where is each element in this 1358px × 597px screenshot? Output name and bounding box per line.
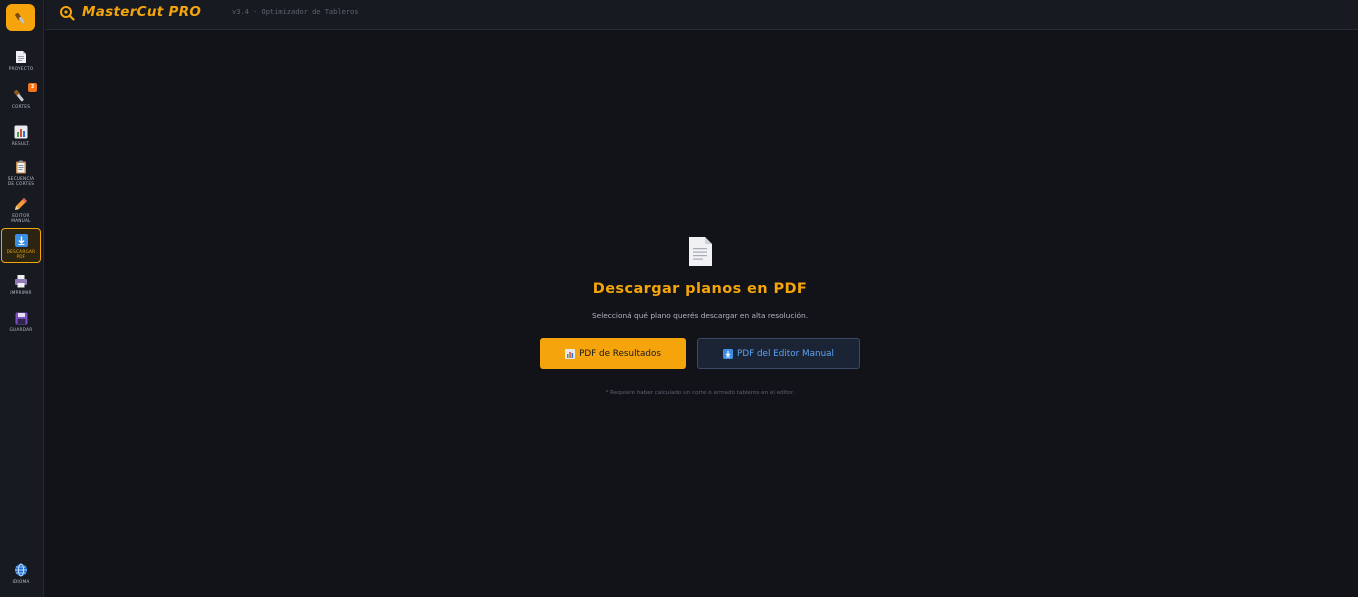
top-header: MasterCut PRO v3.4 · Optimizador de Tabl…	[45, 0, 1358, 30]
bar-chart-icon	[565, 348, 576, 359]
app-title: MasterCut PRO	[82, 4, 202, 20]
sidebar-item-label: RESULT.	[11, 142, 31, 147]
app-window: PROYECTO CORTES 3 RESULT. SECUENCIA DE C…	[0, 0, 1358, 597]
pdf-editor-manual-button[interactable]: PDF del Editor Manual	[697, 338, 860, 369]
magnifier-target-icon	[60, 6, 75, 21]
sidebar-item-descargar-pdf[interactable]: DESCARGAR PDF	[1, 228, 41, 263]
saw-logo-icon	[14, 12, 25, 23]
app-version-subtitle: v3.4 · Optimizador de Tableros	[232, 8, 359, 16]
sidebar-item-label: EDITOR MANUAL	[11, 214, 31, 224]
sidebar-item-idioma[interactable]: IDIOMA	[1, 559, 41, 594]
pdf-resultados-label: PDF de Resultados	[579, 348, 661, 359]
sidebar-item-proyecto[interactable]: PROYECTO	[1, 46, 41, 81]
document-icon	[14, 50, 28, 64]
pencil-icon	[14, 197, 28, 211]
download-icon	[723, 348, 734, 359]
sidebar-item-label: IMPRIMIR	[10, 291, 32, 296]
pdf-resultados-button[interactable]: PDF de Resultados	[540, 338, 686, 369]
sidebar-item-result[interactable]: RESULT.	[1, 121, 41, 156]
document-icon	[689, 237, 712, 266]
bar-chart-icon	[14, 125, 28, 139]
sidebar-item-secuencia[interactable]: SECUENCIA DE CORTES	[1, 156, 41, 191]
clipboard-icon	[14, 160, 28, 174]
sidebar-item-imprimir[interactable]: IMPRIMIR	[1, 270, 41, 305]
requirement-note: * Requiere haber calculado un corte o ar…	[605, 390, 795, 396]
sidebar-item-editor-manual[interactable]: EDITOR MANUAL	[1, 193, 41, 228]
sidebar-item-label: GUARDAR	[9, 328, 33, 333]
download-icon	[14, 233, 28, 247]
globe-icon	[14, 563, 28, 577]
sidebar-item-label: IDIOMA	[12, 580, 30, 585]
floppy-disk-icon	[14, 311, 28, 325]
saw-icon	[14, 88, 28, 102]
sidebar-item-guardar[interactable]: GUARDAR	[1, 307, 41, 342]
sidebar-item-label: PROYECTO	[8, 67, 34, 72]
sidebar-item-label: CORTES	[11, 105, 31, 110]
page-subtitle: Seleccioná qué plano querés descargar en…	[591, 311, 809, 320]
pdf-editor-manual-label: PDF del Editor Manual	[737, 348, 834, 359]
sidebar-item-label: DESCARGAR PDF	[6, 250, 36, 260]
app-logo-button[interactable]	[6, 4, 35, 31]
sidebar: PROYECTO CORTES 3 RESULT. SECUENCIA DE C…	[0, 0, 44, 597]
sidebar-item-label: SECUENCIA DE CORTES	[7, 177, 35, 187]
cortes-count-badge: 3	[28, 83, 37, 92]
page-title: Descargar planos en PDF	[592, 281, 808, 297]
printer-icon	[14, 274, 28, 288]
